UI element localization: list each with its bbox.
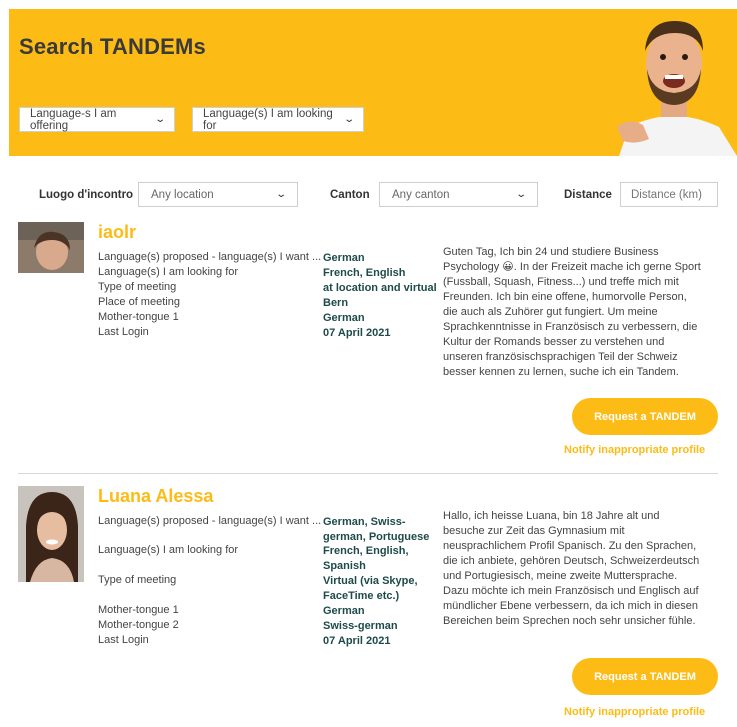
field-label: Language(s) proposed - language(s) I wan… — [98, 251, 322, 263]
page-title: Search TANDEMs — [19, 34, 206, 59]
request-tandem-button[interactable]: Request a TANDEM — [572, 398, 718, 435]
divider — [18, 473, 718, 474]
field-label: Mother-tongue 2 — [98, 619, 179, 631]
field-label: Mother-tongue 1 — [98, 311, 179, 323]
hero-person-image — [617, 21, 737, 156]
field-label: Type of meeting — [98, 281, 177, 293]
profile-name[interactable]: iaolr — [98, 222, 136, 243]
request-tandem-button[interactable]: Request a TANDEM — [572, 658, 718, 695]
chevron-down-icon: ⌄ — [153, 114, 166, 125]
field-value: at location and virtual — [323, 282, 437, 294]
field-value: Bern — [323, 297, 349, 309]
field-value: French, English, Spanish — [323, 545, 409, 572]
field-label: Last Login — [98, 634, 149, 646]
looking-language-select[interactable]: Language(s) I am looking for ⌄ — [192, 107, 364, 132]
profile-name[interactable]: Luana Alessa — [98, 486, 213, 507]
canton-select[interactable]: Any canton ⌄ — [379, 182, 538, 207]
field-label: Language(s) I am looking for — [98, 544, 239, 556]
field-label: Language(s) I am looking for — [98, 266, 239, 278]
chevron-down-icon: ⌄ — [342, 114, 355, 125]
field-label: Last Login — [98, 326, 149, 338]
field-value: German — [323, 312, 365, 324]
field-label: Type of meeting — [98, 574, 177, 586]
search-banner: Search TANDEMs Language-s I am offering … — [9, 9, 737, 156]
chevron-down-icon: ⌄ — [514, 189, 527, 200]
field-value: German — [323, 252, 365, 264]
offering-language-select[interactable]: Language-s I am offering ⌄ — [19, 107, 175, 132]
field-value: Virtual (via Skype, FaceTime etc.) — [323, 575, 418, 602]
location-select[interactable]: Any location ⌄ — [138, 182, 298, 207]
profile-description: Guten Tag, Ich bin 24 und studiere Busin… — [443, 246, 701, 378]
field-label: Mother-tongue 1 — [98, 604, 179, 616]
field-value: Swiss-german — [323, 620, 398, 632]
distance-label: Distance — [564, 189, 612, 201]
distance-input[interactable] — [620, 182, 718, 207]
field-value: French, English — [323, 267, 406, 279]
notify-inappropriate-link[interactable]: Notify inappropriate profile — [564, 444, 705, 456]
field-label: Language(s) proposed - language(s) I wan… — [98, 515, 322, 527]
avatar — [18, 222, 84, 273]
field-label: Place of meeting — [98, 296, 180, 308]
field-value: 07 April 2021 — [323, 635, 391, 647]
chevron-down-icon: ⌄ — [274, 189, 287, 200]
field-value: German, Swiss-german, Portuguese — [323, 516, 430, 543]
field-value: German — [323, 605, 365, 617]
notify-inappropriate-link[interactable]: Notify inappropriate profile — [564, 706, 705, 718]
profile-description: Hallo, ich heisse Luana, bin 18 Jahre al… — [443, 510, 700, 627]
field-value: 07 April 2021 — [323, 327, 391, 339]
location-label: Luogo d'incontro — [39, 189, 134, 201]
avatar — [18, 486, 84, 582]
canton-label: Canton — [330, 189, 370, 201]
